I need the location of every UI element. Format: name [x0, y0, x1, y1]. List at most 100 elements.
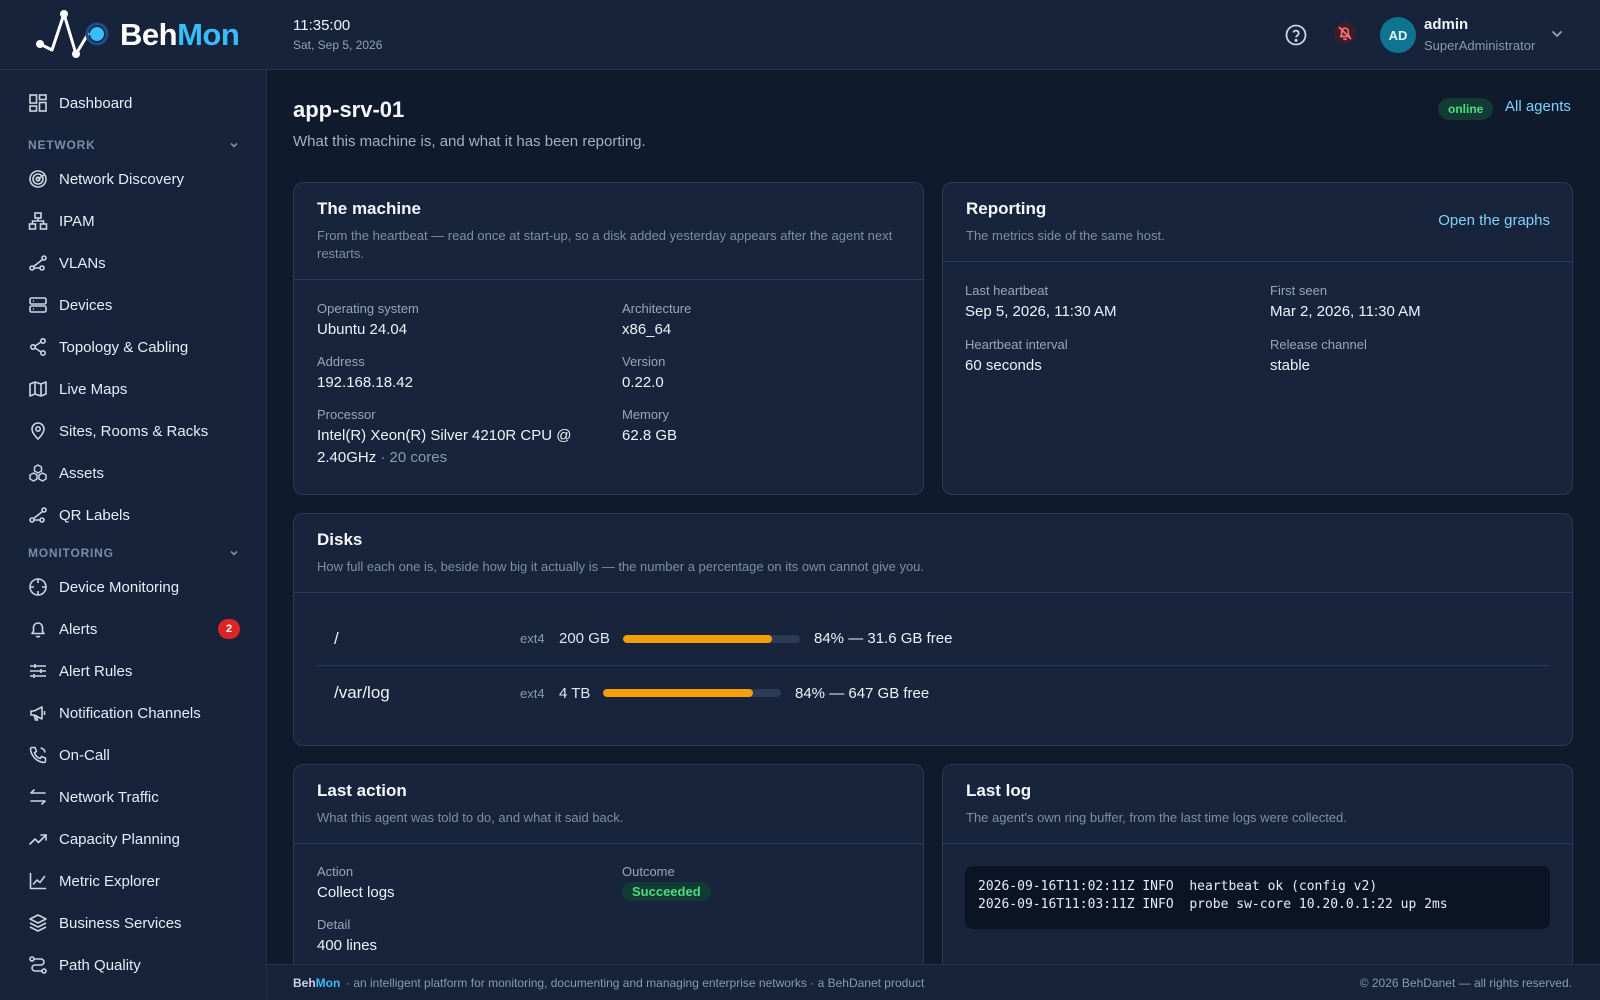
sidebar-item-devices[interactable]: Devices: [0, 287, 267, 323]
field-label: First seen: [1270, 283, 1328, 298]
processor-cores: · 20 cores: [380, 448, 448, 466]
footer: BehMon · an intelligent platform for mon…: [267, 964, 1600, 1000]
open-graphs-link[interactable]: Open the graphs: [1438, 212, 1550, 229]
sidebar-item-vlans[interactable]: VLANs: [0, 245, 267, 281]
processor-field: Processor Intel(R) Xeon(R) Silver 4210R …: [317, 407, 587, 469]
sidebar-item-business-services[interactable]: Business Services: [0, 905, 267, 941]
disk-usage-summary: 84% — 647 GB free: [795, 684, 930, 702]
sidebar-item-label: Network Traffic: [59, 788, 159, 806]
notifications-muted-button[interactable]: [1331, 19, 1359, 47]
line-chart-icon: [27, 870, 49, 892]
disk-usage-fill: [603, 689, 753, 697]
sidebar-item-label: Path Quality: [59, 956, 141, 974]
sidebar-item-ipam[interactable]: IPAM: [0, 203, 267, 239]
field-value: 0.22.0: [622, 374, 664, 391]
field-label: Heartbeat interval: [965, 337, 1068, 352]
field-value: Mar 2, 2026, 11:30 AM: [1270, 303, 1421, 320]
user-avatar[interactable]: AD: [1380, 17, 1416, 53]
user-menu-button[interactable]: [1550, 27, 1564, 41]
sidebar-section-network[interactable]: NETWORK: [28, 138, 240, 152]
page-title: app-srv-01: [293, 97, 405, 122]
card-description: From the heartbeat — read once at start-…: [317, 228, 893, 262]
bell-off-icon: [1334, 22, 1356, 44]
sidebar-item-alerts[interactable]: Alerts 2: [0, 611, 267, 647]
all-agents-link[interactable]: All agents: [1505, 98, 1571, 115]
disk-usage-bar: [603, 689, 781, 697]
log-output[interactable]: 2026-09-16T11:02:11Z INFO heartbeat ok (…: [965, 866, 1550, 929]
clock-date: Sat, Sep 5, 2026: [293, 38, 383, 52]
sidebar-item-path-quality[interactable]: Path Quality: [0, 947, 267, 983]
sidebar: Dashboard NETWORK Network Discovery IPAM…: [0, 70, 267, 1000]
disk-usage-summary: 84% — 31.6 GB free: [814, 630, 953, 647]
sidebar-item-label: Sites, Rooms & Racks: [59, 422, 209, 440]
field-label: Operating system: [317, 301, 419, 316]
alerts-count-badge: 2: [218, 619, 240, 639]
card-title: Last log: [966, 781, 1032, 800]
machine-card: The machine From the heartbeat — read on…: [293, 182, 924, 495]
card-header: The machine From the heartbeat — read on…: [294, 183, 923, 280]
sidebar-item-dashboard[interactable]: Dashboard: [0, 85, 267, 121]
release-channel-field: Release channel stable: [1270, 337, 1367, 377]
card-description: The metrics side of the same host.: [966, 228, 1165, 243]
address-field: Address 192.168.18.42: [317, 354, 413, 394]
footer-tagline: · an intelligent platform for monitoring…: [346, 975, 925, 990]
brand-name: BehMon: [120, 17, 240, 52]
user-name[interactable]: admin: [1424, 16, 1468, 33]
card-description: The agent's own ring buffer, from the la…: [966, 810, 1347, 825]
route-icon: [27, 504, 49, 526]
sidebar-item-sites-rooms-racks[interactable]: Sites, Rooms & Racks: [0, 413, 267, 449]
sidebar-item-topology-cabling[interactable]: Topology & Cabling: [0, 329, 267, 365]
field-value: x86_64: [622, 321, 672, 338]
field-label: Processor: [317, 407, 376, 422]
field-label: Architecture: [622, 301, 692, 316]
brand-logo[interactable]: BehMon: [34, 10, 240, 60]
megaphone-icon: [27, 702, 49, 724]
sidebar-item-label: VLANs: [59, 254, 106, 272]
sidebar-item-label: Dashboard: [59, 94, 133, 112]
sidebar-item-label: Device Monitoring: [59, 578, 180, 596]
sidebar-item-alert-rules[interactable]: Alert Rules: [0, 653, 267, 689]
sidebar-item-label: Business Services: [59, 914, 182, 932]
dashboard-icon: [27, 92, 49, 114]
chevron-down-icon: [1552, 31, 1562, 38]
disk-filesystem: ext4: [520, 685, 545, 701]
field-label: Release channel: [1270, 337, 1367, 352]
phone-icon: [27, 744, 49, 766]
field-value: 62.8 GB: [622, 427, 678, 444]
sidebar-item-label: On-Call: [59, 746, 110, 764]
card-description: How full each one is, beside how big it …: [317, 559, 925, 574]
outcome-field: Outcome Succeeded: [622, 864, 711, 901]
sidebar-item-network-traffic[interactable]: Network Traffic: [0, 779, 267, 815]
sidebar-item-notification-channels[interactable]: Notification Channels: [0, 695, 267, 731]
sidebar-item-label: Alerts: [59, 620, 98, 638]
sidebar-item-metric-explorer[interactable]: Metric Explorer: [0, 863, 267, 899]
help-button[interactable]: [1282, 21, 1310, 49]
field-value: stable: [1270, 357, 1311, 374]
field-value: 400 lines: [317, 937, 378, 954]
sidebar-item-capacity-planning[interactable]: Capacity Planning: [0, 821, 267, 857]
sidebar-item-network-discovery[interactable]: Network Discovery: [0, 161, 267, 197]
field-label: Last heartbeat: [965, 283, 1049, 298]
action-field: Action Collect logs: [317, 864, 395, 904]
trend-up-icon: [27, 828, 49, 850]
sidebar-item-label: Topology & Cabling: [59, 338, 189, 356]
sidebar-item-qr-labels[interactable]: QR Labels: [0, 497, 267, 533]
sidebar-item-label: QR Labels: [59, 506, 130, 524]
disk-size: 4 TB: [559, 684, 591, 702]
sidebar-item-device-monitoring[interactable]: Device Monitoring: [0, 569, 267, 605]
sidebar-item-on-call[interactable]: On-Call: [0, 737, 267, 773]
disk-usage-fill: [623, 635, 772, 643]
card-header: Disks How full each one is, beside how b…: [294, 514, 1572, 593]
arrows-swap-icon: [27, 786, 49, 808]
field-value: Sep 5, 2026, 11:30 AM: [965, 303, 1117, 320]
footer-brand: BehMon: [293, 975, 341, 990]
radar-icon: [27, 168, 49, 190]
last-action-card: Last action What this agent was told to …: [293, 764, 924, 994]
sidebar-item-assets[interactable]: Assets: [0, 455, 267, 491]
sidebar-item-live-maps[interactable]: Live Maps: [0, 371, 267, 407]
version-field: Version 0.22.0: [622, 354, 665, 394]
first-seen-field: First seen Mar 2, 2026, 11:30 AM: [1270, 283, 1421, 323]
sidebar-item-label: Alert Rules: [59, 662, 133, 680]
sidebar-section-monitoring[interactable]: MONITORING: [28, 546, 240, 560]
top-bar: BehMon 11:35:00 Sat, Sep 5, 2026 AD admi…: [0, 0, 1600, 70]
